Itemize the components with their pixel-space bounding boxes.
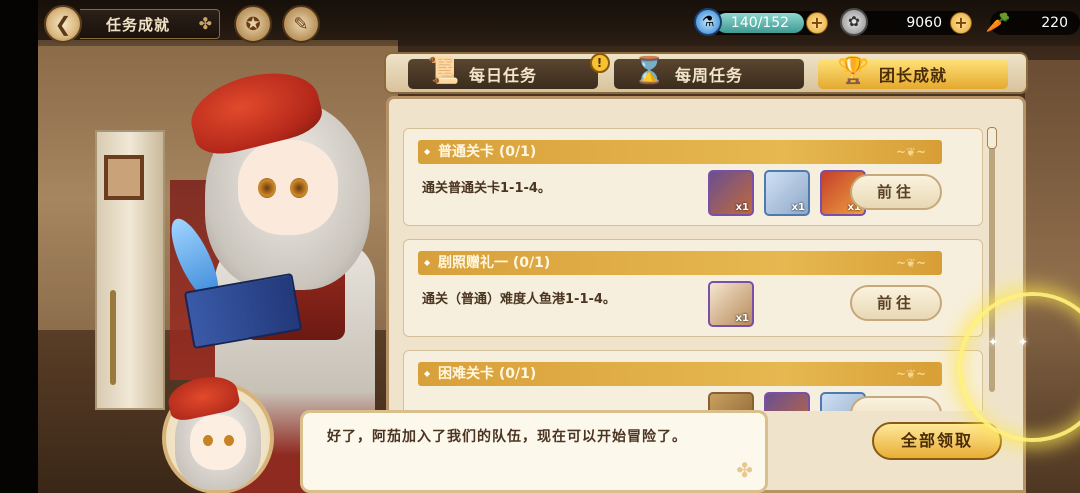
decorative-flourish: ~❦~ (895, 367, 926, 381)
character-face (238, 140, 338, 235)
tab-weekly-label: 每周任务 (674, 66, 743, 85)
coin-icon: ✿ (840, 8, 868, 36)
goto-button[interactable] (850, 396, 942, 411)
sparkle-icon: ✦ (988, 335, 999, 349)
tab-leader-achievements[interactable]: 🏆 团长成就 (818, 56, 1008, 89)
scrollbar-thumb[interactable] (987, 127, 997, 149)
carrot-value: 220 (1041, 15, 1068, 31)
quest-item: 困难关卡 (0/1) ~❦~ (403, 350, 983, 411)
clover-icon: ✤ (736, 458, 753, 482)
quest-book-icon[interactable]: ✎ (282, 5, 320, 43)
quest-header: 剧照赠礼一 (0/1) ~❦~ (418, 251, 942, 275)
claim-all-button[interactable]: 全部领取 (872, 422, 1002, 460)
trophy-cup-icon: 🏆 (837, 56, 871, 86)
page-title: 任务成就 ✤ (80, 9, 220, 39)
decorative-flourish: ~❦~ (895, 256, 926, 270)
back-arrow-icon: ❮ (54, 12, 72, 36)
quest-item: 剧照赠礼一 (0/1) ~❦~ 通关（普通）难度人鱼港1-1-4。 x1 前往 (403, 239, 983, 337)
game-screen: 任务成就 ✤ ❮ ✪ ✎ 140/152 ⚗ + 9060 ✿ + 220 🥕 … (0, 0, 1080, 493)
background-picture-frame (104, 155, 144, 200)
dialogue-box[interactable]: 好了，阿茄加入了我们的队伍，现在可以开始冒险了。 ✤ (300, 410, 768, 493)
speaker-portrait-eye (203, 435, 213, 446)
energy-value: 140/152 (730, 15, 790, 31)
scroll-quill-icon: 📜 (427, 56, 461, 86)
quest-header: 普通关卡 (0/1) ~❦~ (418, 140, 942, 164)
quest-description: 通关普通关卡1-1-4。 (422, 181, 551, 196)
clover-icon: ✤ (198, 14, 213, 33)
tab-bar: 📜 每日任务 ! ⌛ 每周任务 🏆 团长成就 (384, 52, 1028, 94)
reward-item[interactable] (708, 392, 754, 411)
quest-title: 普通关卡 (0/1) (438, 144, 537, 160)
screen-edge (0, 0, 38, 493)
background-rope-post (110, 290, 116, 385)
reward-count: x1 (791, 202, 805, 213)
reward-item[interactable]: x1 (764, 170, 810, 216)
speaker-portrait-face (190, 415, 246, 470)
quest-title: 剧照赠礼一 (0/1) (438, 255, 551, 271)
reward-item[interactable] (764, 392, 810, 411)
potion-icon: ⚗ (694, 8, 722, 36)
decorative-flourish: ~❦~ (895, 145, 926, 159)
tab-achievements-label: 团长成就 (878, 66, 947, 85)
achievement-medal-icon[interactable]: ✪ (234, 5, 272, 43)
character-left-eye (258, 178, 276, 198)
quest-item: 普通关卡 (0/1) ~❦~ 通关普通关卡1-1-4。 x1 x1 x1 前往 (403, 128, 983, 226)
tab-weekly-quests[interactable]: ⌛ 每周任务 (614, 56, 804, 89)
quest-header: 困难关卡 (0/1) ~❦~ (418, 362, 942, 386)
reward-count: x1 (735, 202, 749, 213)
hourglass-icon: ⌛ (633, 56, 667, 86)
quest-list[interactable]: 普通关卡 (0/1) ~❦~ 通关普通关卡1-1-4。 x1 x1 x1 前往 (403, 111, 989, 411)
dialogue-text: 好了，阿茄加入了我们的队伍，现在可以开始冒险了。 (327, 429, 687, 445)
reward-count: x1 (735, 313, 749, 324)
character-right-eye (290, 178, 308, 198)
page-title-text: 任务成就 (106, 15, 171, 34)
tab-daily-quests[interactable]: 📜 每日任务 ! (408, 53, 610, 89)
goto-button[interactable]: 前往 (850, 285, 942, 321)
quest-description: 通关（普通）难度人鱼港1-1-4。 (422, 292, 616, 307)
sparkle-icon: ✦ (1018, 335, 1029, 349)
coin-value: 9060 (906, 15, 942, 31)
goto-button[interactable]: 前往 (850, 174, 942, 210)
notification-badge: ! (590, 53, 610, 73)
add-coins-button[interactable]: + (950, 12, 972, 34)
carrot-icon: 🥕 (985, 10, 1011, 34)
tab-daily-label: 每日任务 (468, 66, 537, 85)
quest-title: 困难关卡 (0/1) (438, 366, 537, 382)
add-energy-button[interactable]: + (806, 12, 828, 34)
reward-item[interactable]: x1 (708, 170, 754, 216)
speaker-portrait-eye (224, 435, 234, 446)
back-button[interactable]: ❮ (44, 5, 82, 43)
reward-item[interactable]: x1 (708, 281, 754, 327)
